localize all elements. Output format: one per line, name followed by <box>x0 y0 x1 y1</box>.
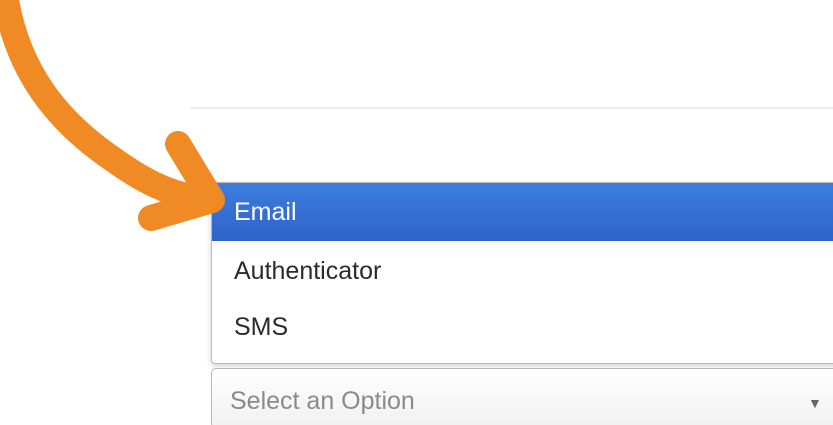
dropdown-option-label: SMS <box>234 312 289 341</box>
chevron-down-icon: ▼ <box>808 395 822 411</box>
select-placeholder: Select an Option <box>230 387 415 415</box>
dropdown-option-authenticator[interactable]: Authenticator <box>212 243 833 299</box>
dropdown-option-label: Email <box>234 197 297 226</box>
screenshot-stage: Email Authenticator SMS Select an Option… <box>0 0 833 425</box>
section-divider <box>190 107 833 109</box>
dropdown-option-sms[interactable]: SMS <box>212 299 833 355</box>
dropdown-options-list: Email Authenticator SMS <box>211 182 833 364</box>
option-select[interactable]: Select an Option ▼ <box>211 368 833 425</box>
dropdown-option-label: Authenticator <box>234 256 382 285</box>
dropdown-option-email[interactable]: Email <box>212 183 833 241</box>
